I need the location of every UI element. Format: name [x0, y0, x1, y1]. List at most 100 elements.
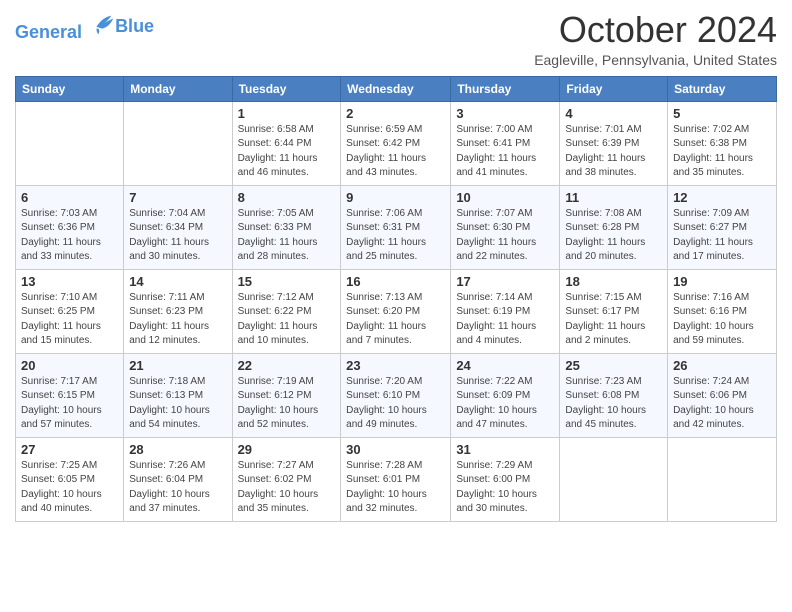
day-number: 5	[673, 106, 771, 121]
col-friday: Friday	[560, 76, 668, 101]
table-row: 27 Sunrise: 7:25 AM Sunset: 6:05 PM Dayli…	[16, 437, 124, 521]
col-sunday: Sunday	[16, 76, 124, 101]
day-number: 23	[346, 358, 445, 373]
day-number: 24	[456, 358, 554, 373]
table-row: 8 Sunrise: 7:05 AM Sunset: 6:33 PM Daylig…	[232, 185, 341, 269]
day-info: Sunrise: 7:28 AM Sunset: 6:01 PM Dayligh…	[346, 459, 445, 517]
day-number: 18	[565, 274, 662, 289]
day-info: Sunrise: 7:03 AM Sunset: 6:36 PM Dayligh…	[21, 207, 118, 265]
title-section: October 2024 Eagleville, Pennsylvania, U…	[534, 10, 777, 68]
day-number: 8	[238, 190, 336, 205]
day-info: Sunrise: 7:16 AM Sunset: 6:16 PM Dayligh…	[673, 291, 771, 349]
col-monday: Monday	[124, 76, 232, 101]
table-row: 22Sunrise: 7:19 AM Sunset: 6:12 PM Dayli…	[232, 353, 341, 437]
col-wednesday: Wednesday	[341, 76, 451, 101]
table-row: 15Sunrise: 7:12 AM Sunset: 6:22 PM Dayli…	[232, 269, 341, 353]
day-info: Sunrise: 7:29 AM Sunset: 6:00 PM Dayligh…	[456, 459, 554, 517]
logo-blue: Blue	[115, 16, 154, 36]
day-number: 2	[346, 106, 445, 121]
day-info: Sunrise: 7:11 AM Sunset: 6:23 PM Dayligh…	[129, 291, 226, 349]
day-number: 6	[21, 190, 118, 205]
day-number: 22	[238, 358, 336, 373]
calendar-week-4: 27 Sunrise: 7:25 AM Sunset: 6:05 PM Dayli…	[16, 437, 777, 521]
table-row: 24 Sunrise: 7:22 AM Sunset: 6:09 PM Dayli…	[451, 353, 560, 437]
day-number: 13	[21, 274, 118, 289]
table-row: 4Sunrise: 7:01 AM Sunset: 6:39 PM Daylig…	[560, 101, 668, 185]
day-info: Sunrise: 7:20 AM Sunset: 6:10 PM Dayligh…	[346, 375, 445, 433]
day-number: 27	[21, 442, 118, 457]
table-row: 29 Sunrise: 7:27 AM Sunset: 6:02 PM Dayli…	[232, 437, 341, 521]
day-info: Sunrise: 7:24 AM Sunset: 6:06 PM Dayligh…	[673, 375, 771, 433]
day-number: 17	[456, 274, 554, 289]
day-number: 14	[129, 274, 226, 289]
day-info: Sunrise: 7:25 AM Sunset: 6:05 PM Dayligh…	[21, 459, 118, 517]
day-info: Sunrise: 7:27 AM Sunset: 6:02 PM Dayligh…	[238, 459, 336, 517]
table-row	[124, 101, 232, 185]
day-number: 21	[129, 358, 226, 373]
day-number: 31	[456, 442, 554, 457]
day-info: Sunrise: 7:09 AM Sunset: 6:27 PM Dayligh…	[673, 207, 771, 265]
logo-general: General	[15, 22, 82, 42]
col-thursday: Thursday	[451, 76, 560, 101]
day-number: 3	[456, 106, 554, 121]
table-row: 1 Sunrise: 6:58 AM Sunset: 6:44 PM Daylig…	[232, 101, 341, 185]
day-info: Sunrise: 7:06 AM Sunset: 6:31 PM Dayligh…	[346, 207, 445, 265]
col-saturday: Saturday	[668, 76, 777, 101]
header: General Blue October 2024 Eagleville, Pe…	[15, 10, 777, 68]
day-number: 15	[238, 274, 336, 289]
calendar: Sunday Monday Tuesday Wednesday Thursday…	[15, 76, 777, 522]
table-row: 25Sunrise: 7:23 AM Sunset: 6:08 PM Dayli…	[560, 353, 668, 437]
day-info: Sunrise: 7:23 AM Sunset: 6:08 PM Dayligh…	[565, 375, 662, 433]
day-number: 20	[21, 358, 118, 373]
day-info: Sunrise: 7:02 AM Sunset: 6:38 PM Dayligh…	[673, 123, 771, 181]
table-row: 31 Sunrise: 7:29 AM Sunset: 6:00 PM Dayli…	[451, 437, 560, 521]
day-number: 29	[238, 442, 336, 457]
calendar-week-1: 6 Sunrise: 7:03 AM Sunset: 6:36 PM Daylig…	[16, 185, 777, 269]
day-info: Sunrise: 7:04 AM Sunset: 6:34 PM Dayligh…	[129, 207, 226, 265]
day-info: Sunrise: 7:22 AM Sunset: 6:09 PM Dayligh…	[456, 375, 554, 433]
day-number: 28	[129, 442, 226, 457]
day-info: Sunrise: 7:08 AM Sunset: 6:28 PM Dayligh…	[565, 207, 662, 265]
day-number: 26	[673, 358, 771, 373]
day-number: 30	[346, 442, 445, 457]
calendar-week-0: 1 Sunrise: 6:58 AM Sunset: 6:44 PM Daylig…	[16, 101, 777, 185]
day-info: Sunrise: 6:59 AM Sunset: 6:42 PM Dayligh…	[346, 123, 445, 181]
table-row: 30 Sunrise: 7:28 AM Sunset: 6:01 PM Dayli…	[341, 437, 451, 521]
table-row: 28 Sunrise: 7:26 AM Sunset: 6:04 PM Dayli…	[124, 437, 232, 521]
calendar-week-3: 20 Sunrise: 7:17 AM Sunset: 6:15 PM Dayli…	[16, 353, 777, 437]
logo: General Blue	[15, 10, 154, 43]
table-row: 3 Sunrise: 7:00 AM Sunset: 6:41 PM Daylig…	[451, 101, 560, 185]
day-number: 1	[238, 106, 336, 121]
day-number: 11	[565, 190, 662, 205]
table-row: 23 Sunrise: 7:20 AM Sunset: 6:10 PM Dayli…	[341, 353, 451, 437]
table-row: 10 Sunrise: 7:07 AM Sunset: 6:30 PM Dayli…	[451, 185, 560, 269]
table-row: 5 Sunrise: 7:02 AM Sunset: 6:38 PM Daylig…	[668, 101, 777, 185]
table-row: 20 Sunrise: 7:17 AM Sunset: 6:15 PM Dayli…	[16, 353, 124, 437]
day-info: Sunrise: 7:26 AM Sunset: 6:04 PM Dayligh…	[129, 459, 226, 517]
table-row: 21 Sunrise: 7:18 AM Sunset: 6:13 PM Dayli…	[124, 353, 232, 437]
table-row: 13Sunrise: 7:10 AM Sunset: 6:25 PM Dayli…	[16, 269, 124, 353]
table-row	[668, 437, 777, 521]
table-row	[560, 437, 668, 521]
month-title: October 2024	[534, 10, 777, 50]
calendar-header-row: Sunday Monday Tuesday Wednesday Thursday…	[16, 76, 777, 101]
day-number: 16	[346, 274, 445, 289]
table-row: 16 Sunrise: 7:13 AM Sunset: 6:20 PM Dayli…	[341, 269, 451, 353]
logo-text: General	[15, 10, 117, 43]
day-info: Sunrise: 7:17 AM Sunset: 6:15 PM Dayligh…	[21, 375, 118, 433]
day-info: Sunrise: 7:13 AM Sunset: 6:20 PM Dayligh…	[346, 291, 445, 349]
table-row: 26 Sunrise: 7:24 AM Sunset: 6:06 PM Dayli…	[668, 353, 777, 437]
table-row: 18Sunrise: 7:15 AM Sunset: 6:17 PM Dayli…	[560, 269, 668, 353]
day-info: Sunrise: 7:18 AM Sunset: 6:13 PM Dayligh…	[129, 375, 226, 433]
table-row: 11 Sunrise: 7:08 AM Sunset: 6:28 PM Dayli…	[560, 185, 668, 269]
day-info: Sunrise: 7:14 AM Sunset: 6:19 PM Dayligh…	[456, 291, 554, 349]
day-number: 10	[456, 190, 554, 205]
page: General Blue October 2024 Eagleville, Pe…	[0, 0, 792, 612]
day-info: Sunrise: 7:07 AM Sunset: 6:30 PM Dayligh…	[456, 207, 554, 265]
table-row: 9Sunrise: 7:06 AM Sunset: 6:31 PM Daylig…	[341, 185, 451, 269]
calendar-week-2: 13Sunrise: 7:10 AM Sunset: 6:25 PM Dayli…	[16, 269, 777, 353]
day-info: Sunrise: 6:58 AM Sunset: 6:44 PM Dayligh…	[238, 123, 336, 181]
day-info: Sunrise: 7:00 AM Sunset: 6:41 PM Dayligh…	[456, 123, 554, 181]
day-info: Sunrise: 7:05 AM Sunset: 6:33 PM Dayligh…	[238, 207, 336, 265]
table-row: 19Sunrise: 7:16 AM Sunset: 6:16 PM Dayli…	[668, 269, 777, 353]
